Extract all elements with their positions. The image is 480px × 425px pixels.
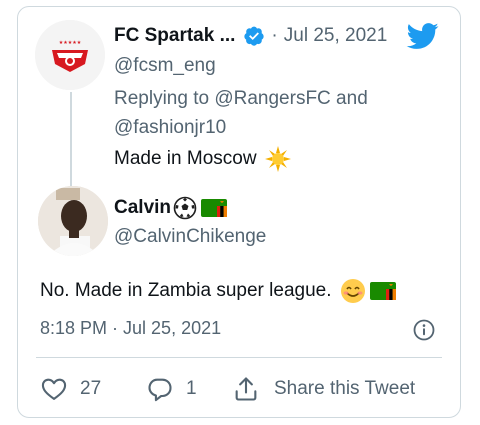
info-icon[interactable] bbox=[412, 318, 436, 342]
heart-icon bbox=[41, 378, 67, 400]
verified-badge-icon bbox=[244, 26, 265, 46]
smiling-face-icon bbox=[340, 279, 365, 303]
reply-header: FC Spartak ... · Jul 25, 2021 bbox=[114, 22, 387, 50]
spartak-logo-icon: ★★★★★ bbox=[35, 20, 105, 90]
fc-spartak-avatar[interactable]: ★★★★★ bbox=[35, 20, 105, 90]
tweet-author-name[interactable]: Calvin bbox=[114, 197, 171, 219]
reply-bubble-icon bbox=[148, 378, 172, 402]
tweet-author-handle[interactable]: @CalvinChikenge bbox=[114, 226, 266, 248]
replying-prefix: Replying to bbox=[114, 88, 215, 109]
reply-date[interactable]: Jul 25, 2021 bbox=[284, 25, 388, 47]
like-count: 27 bbox=[80, 378, 102, 399]
share-button[interactable]: Share this Tweet bbox=[232, 374, 415, 404]
divider bbox=[36, 357, 442, 358]
sun-emoji-icon bbox=[264, 146, 291, 172]
share-icon bbox=[235, 377, 257, 401]
tweet-author[interactable]: Calvin bbox=[114, 196, 228, 220]
profile-photo bbox=[38, 186, 108, 256]
replying-to: Replying to @RangersFC and @fashionjr10 bbox=[114, 84, 404, 142]
thread-connector-line bbox=[70, 92, 72, 187]
reply-body: Made in Moscow bbox=[114, 148, 257, 169]
calvin-avatar[interactable] bbox=[38, 186, 108, 256]
zambia-flag-icon bbox=[369, 282, 396, 300]
like-button[interactable]: 27 bbox=[40, 374, 101, 404]
reply-text: Made in Moscow bbox=[114, 146, 291, 172]
tweet-timestamp[interactable]: 8:18 PM · Jul 25, 2021 bbox=[40, 318, 221, 339]
soccer-ball-icon bbox=[173, 196, 197, 220]
replying-and: and bbox=[330, 88, 368, 109]
reply-author-name[interactable]: FC Spartak ... bbox=[114, 25, 235, 47]
tweet-text: No. Made in Zambia super league. bbox=[40, 278, 396, 304]
zambia-flag-icon bbox=[201, 199, 228, 217]
replying-user-link[interactable]: @RangersFC bbox=[214, 88, 330, 109]
share-label: Share this Tweet bbox=[274, 378, 416, 399]
reply-separator: · bbox=[271, 25, 278, 46]
action-bar: 27 1 Share this Tweet bbox=[40, 374, 440, 404]
reply-author-handle[interactable]: @fcsm_eng bbox=[114, 55, 216, 77]
svg-text:★★★★★: ★★★★★ bbox=[59, 40, 82, 46]
twitter-logo-icon[interactable] bbox=[404, 20, 442, 52]
replying-user-link[interactable]: @fashionjr10 bbox=[114, 117, 226, 138]
tweet-body: No. Made in Zambia super league. bbox=[40, 280, 332, 301]
reply-button[interactable]: 1 bbox=[146, 374, 197, 404]
reply-count: 1 bbox=[186, 378, 197, 399]
